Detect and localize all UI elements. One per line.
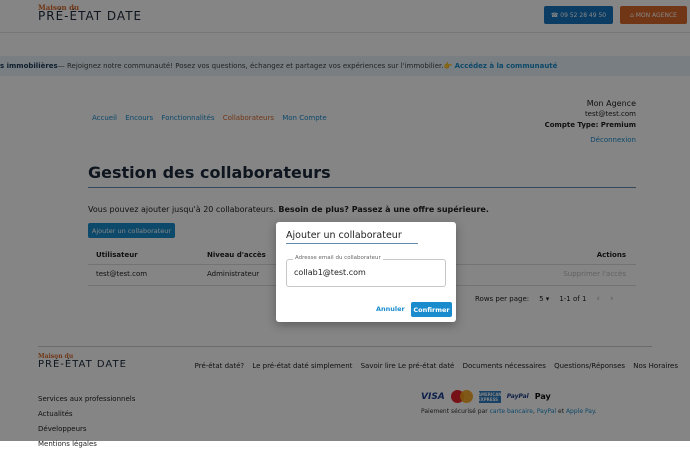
email-field-label: Adresse email du collaborateur xyxy=(293,255,383,261)
confirm-button[interactable]: Confirmer xyxy=(411,302,452,317)
dialog-title: Ajouter un collaborateur xyxy=(286,230,402,241)
add-collaborator-dialog: Ajouter un collaborateur Adresse email d… xyxy=(276,222,456,322)
dialog-title-divider xyxy=(286,243,418,244)
modal-backdrop[interactable] xyxy=(0,0,690,441)
cancel-button[interactable]: Annuler xyxy=(376,305,405,313)
page: Maison du PRÉ-ÉTAT DATE ☎ 09 52 28 49 50… xyxy=(0,0,690,448)
email-field-value[interactable]: collab1@test.com xyxy=(294,268,366,277)
collaborator-email-field[interactable]: Adresse email du collaborateur collab1@t… xyxy=(286,255,446,287)
